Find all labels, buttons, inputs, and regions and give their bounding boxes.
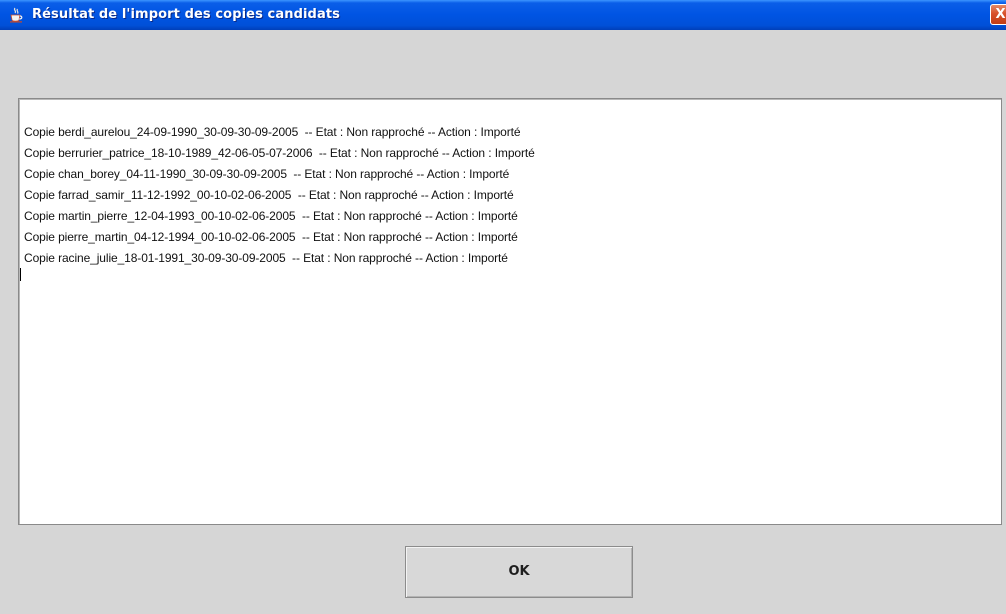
import-log-textarea[interactable]: Copie berdi_aurelou_24-09-1990_30-09-30-… [18,98,1002,525]
log-lines: Copie berdi_aurelou_24-09-1990_30-09-30-… [24,122,535,269]
window-title: Résultat de l'import des copies candidat… [32,7,340,22]
log-line: Copie berdi_aurelou_24-09-1990_30-09-30-… [24,125,521,139]
text-caret [20,268,21,281]
log-line: Copie farrad_samir_11-12-1992_00-10-02-0… [24,188,514,202]
log-line: Copie chan_borey_04-11-1990_30-09-30-09-… [24,167,510,181]
title-bar[interactable]: Résultat de l'import des copies candidat… [0,0,1006,30]
java-cup-icon [10,7,23,23]
ok-button[interactable]: OK [405,546,633,598]
log-line: Copie berrurier_patrice_18-10-1989_42-06… [24,146,535,160]
log-line: Copie racine_julie_18-01-1991_30-09-30-0… [24,251,508,265]
import-result-dialog: Résultat de l'import des copies candidat… [0,0,1006,614]
log-line: Copie martin_pierre_12-04-1993_00-10-02-… [24,209,518,223]
close-icon: X [995,7,1006,22]
log-line: Copie pierre_martin_04-12-1994_00-10-02-… [24,230,518,244]
close-button[interactable]: X [990,4,1006,25]
